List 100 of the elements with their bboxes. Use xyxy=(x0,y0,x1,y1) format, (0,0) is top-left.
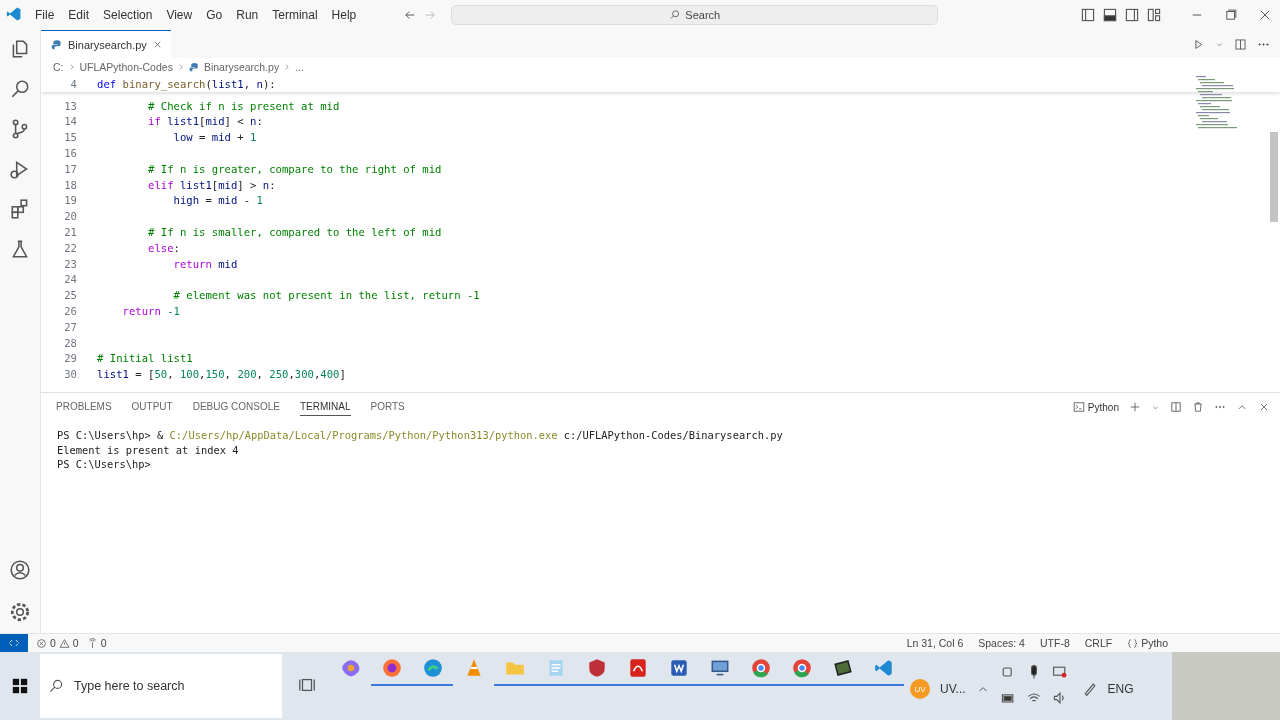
code-line: def binary_search(list1, n): xyxy=(97,77,276,90)
code-line: # element was not present in the list, return -1 xyxy=(172,289,480,302)
close-icon[interactable] xyxy=(1258,401,1270,413)
taskbar-search-field[interactable]: Type here to search xyxy=(40,654,282,718)
line-number: 23 xyxy=(63,257,77,270)
line-number: 4 xyxy=(69,77,77,90)
line-number: 17 xyxy=(63,162,77,175)
code-line: else: xyxy=(147,241,180,254)
line-number: 15 xyxy=(63,131,77,144)
breadcrumb-item[interactable]: UFLAPython-Codes xyxy=(79,61,173,73)
wave-icon[interactable] xyxy=(421,657,444,679)
line-number: 18 xyxy=(63,178,77,191)
status-item[interactable]: Ln 31, Col 6 xyxy=(906,637,964,649)
code-editor-icon[interactable] xyxy=(872,657,895,679)
line-number: 27 xyxy=(63,320,77,333)
panel-tab[interactable]: DEBUG CONSOLE xyxy=(192,398,280,416)
user-name[interactable]: UV... xyxy=(940,682,966,696)
screen-share-icon[interactable] xyxy=(1051,664,1068,680)
code-line: return mid xyxy=(172,257,238,270)
panel-toggle-icon[interactable] xyxy=(1102,7,1118,23)
line-number: 30 xyxy=(63,368,77,381)
line-number: 14 xyxy=(63,115,77,128)
braces-icon xyxy=(1127,637,1139,649)
sidebar-toggle-icon[interactable] xyxy=(1080,7,1096,23)
language-indicator[interactable]: ENG xyxy=(1107,682,1134,696)
code-line: if list1[mid] < n: xyxy=(147,115,263,128)
globe-icon[interactable] xyxy=(380,657,403,679)
terminal-line: PS C:\Users\hp> & C:/Users/hp/AppData/Local/Programs/Python/Python313/python.exe c:/UFLAPython-Codes/Binarysearch.py xyxy=(57,429,784,443)
code-line: low = mid + 1 xyxy=(172,131,257,144)
code-line: return -1 xyxy=(121,305,180,318)
breadcrumb-item[interactable]: C: xyxy=(53,61,64,73)
error-icon xyxy=(36,637,47,649)
menu-item[interactable]: Edit xyxy=(61,5,97,25)
swirl-icon[interactable] xyxy=(339,657,362,679)
menu-item[interactable]: File xyxy=(28,5,62,25)
circle-icon[interactable] xyxy=(790,657,813,679)
line-number: 29 xyxy=(63,352,77,365)
warning-icon xyxy=(58,637,70,649)
menu-item[interactable]: Terminal xyxy=(265,5,325,25)
editor-tab[interactable]: Binarysearch.py xyxy=(41,30,171,58)
terminal-selector[interactable]: Python xyxy=(1072,401,1119,413)
split-editor-icon[interactable] xyxy=(1234,37,1247,51)
code-line: # Initial list1 xyxy=(97,352,193,365)
line-number: 24 xyxy=(63,273,77,286)
line-number: 16 xyxy=(63,147,77,160)
search-icon xyxy=(669,9,682,21)
plus-icon[interactable] xyxy=(1129,401,1141,413)
run-icon[interactable] xyxy=(1192,37,1205,51)
code-line: # Check if n is present at mid xyxy=(147,99,340,112)
line-number: 13 xyxy=(63,99,77,112)
ports-indicator[interactable]: 0 xyxy=(86,637,107,649)
menu-item[interactable]: View xyxy=(159,5,200,25)
search-icon xyxy=(48,678,64,694)
circle-icon[interactable] xyxy=(749,657,772,679)
menu-item[interactable]: Help xyxy=(324,5,364,25)
status-item[interactable]: Pytho xyxy=(1141,637,1168,649)
terminal-icon xyxy=(1072,401,1085,413)
terminal-line: Element is present at index 4 xyxy=(57,443,240,458)
maximize-icon[interactable] xyxy=(1224,8,1238,22)
breadcrumb-item[interactable]: Binarysearch.py xyxy=(203,61,280,73)
panel-tab[interactable]: OUTPUT xyxy=(131,398,173,416)
windows-start-icon[interactable] xyxy=(11,677,29,695)
close-icon[interactable] xyxy=(1258,8,1272,22)
line-number: 21 xyxy=(63,226,77,239)
scrollbar[interactable] xyxy=(1270,132,1278,222)
python-icon xyxy=(188,61,200,73)
trash-icon[interactable] xyxy=(1192,401,1204,413)
terminal-line: PS C:\Users\hp> xyxy=(57,458,152,473)
menu-item[interactable]: Run xyxy=(229,5,266,25)
problems-indicator[interactable]: 0 0 xyxy=(36,637,79,649)
panel-tab[interactable]: PORTS xyxy=(370,398,405,416)
code-line: # If n is smaller, compared to the left of mid xyxy=(147,226,442,239)
code-editor-icon xyxy=(6,5,22,22)
menu-item[interactable]: Go xyxy=(199,5,230,25)
chevron-right-icon xyxy=(283,63,292,71)
status-item[interactable]: Spaces: 4 xyxy=(978,637,1025,649)
settings-icon[interactable] xyxy=(9,601,31,623)
search-field[interactable]: Search xyxy=(451,5,939,25)
account-icon[interactable] xyxy=(9,559,31,581)
panel-tab[interactable]: TERMINAL xyxy=(299,398,351,416)
secondary-sidebar-icon[interactable] xyxy=(1124,7,1140,23)
status-item[interactable]: CRLF xyxy=(1084,637,1113,649)
line-number: 20 xyxy=(63,210,77,223)
task-view-icon[interactable] xyxy=(298,676,316,694)
line-number: 25 xyxy=(63,289,77,302)
code-line: # If n is greater, compare to the right of mid xyxy=(147,162,442,175)
python-icon xyxy=(51,38,63,51)
panel-tab[interactable]: PROBLEMS xyxy=(56,398,112,416)
code-line: high = mid - 1 xyxy=(172,194,263,207)
menu-item[interactable]: Selection xyxy=(96,5,160,25)
remote-icon xyxy=(8,637,20,649)
line-number: 19 xyxy=(63,194,77,207)
layout-icon[interactable] xyxy=(1146,7,1162,23)
split-terminal-icon[interactable] xyxy=(1170,401,1182,413)
breadcrumb-item[interactable]: ... xyxy=(295,61,304,73)
code-line: list1 = [50, 100,150, 200, 250,300,400] xyxy=(97,368,346,381)
line-number: 22 xyxy=(63,241,77,254)
code-line: elif list1[mid] > n: xyxy=(147,178,276,191)
status-item[interactable]: UTF-8 xyxy=(1039,637,1070,649)
search-icon[interactable] xyxy=(9,78,31,100)
